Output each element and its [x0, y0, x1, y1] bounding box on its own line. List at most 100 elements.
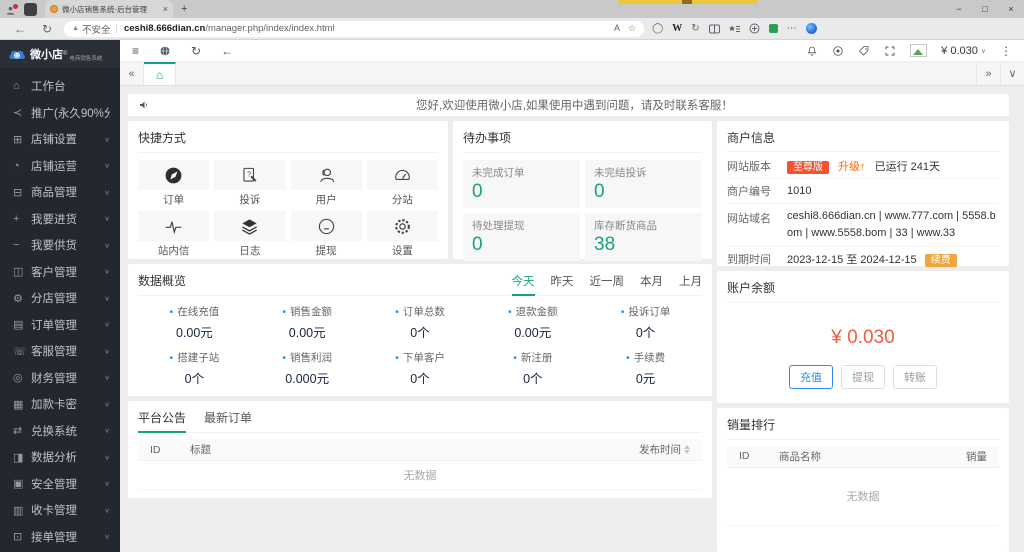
workspace-icon[interactable]: [24, 2, 37, 16]
todo-open-complaints[interactable]: 未完结投诉 0: [585, 160, 702, 208]
tab-this-month[interactable]: 本月: [640, 273, 663, 289]
sidebar-item-finance[interactable]: ◎ 财务管理 ∨: [0, 365, 120, 392]
sidebar-item-branches[interactable]: ⚙ 分店管理 ∨: [0, 285, 120, 312]
sidebar-item-orders[interactable]: ▤ 订单管理 ∨: [0, 312, 120, 339]
theme-icon[interactable]: [832, 45, 844, 57]
tab-latest-orders[interactable]: 最新订单: [204, 409, 252, 426]
todo-out-of-stock[interactable]: 库存断货商品 38: [585, 213, 702, 261]
browser-settings-icon[interactable]: ⋯: [787, 23, 797, 34]
sidebar-item-workbench[interactable]: ⌂ 工作台: [0, 73, 120, 100]
sidebar-item-promotion[interactable]: ≺推广(永久90%分成): [0, 100, 120, 127]
tab-last-month[interactable]: 上月: [679, 273, 702, 289]
collapse-menu-icon[interactable]: ≡: [132, 44, 139, 58]
sidebar-item-supply[interactable]: − 我要供货 ∨: [0, 232, 120, 259]
sidebar-item-purchase[interactable]: + 我要进货 ∨: [0, 206, 120, 233]
balance-dropdown[interactable]: ¥ 0.030 ∨: [941, 45, 986, 57]
recharge-button[interactable]: 充值: [789, 364, 833, 389]
logo-subtitle: 电商销售系统: [69, 56, 103, 62]
renew-button[interactable]: 续费: [924, 254, 957, 268]
sidebar-item-recharge-cards[interactable]: ▦ 加款卡密 ∨: [0, 391, 120, 418]
chart-icon: ◨: [13, 451, 24, 464]
sidebar-item-goods[interactable]: ⊟ 商品管理 ∨: [0, 179, 120, 206]
profile-notification-dot: [13, 3, 18, 9]
transfer-button[interactable]: 转账: [893, 364, 937, 389]
tab-platform-announcements[interactable]: 平台公告: [138, 409, 187, 433]
goods-icon: ⊟: [13, 186, 23, 199]
extension-disabled-icon[interactable]: ◯: [652, 23, 663, 34]
green-extension-icon[interactable]: [768, 24, 778, 33]
stat-complaint-orders: 投诉订单0个: [589, 304, 702, 341]
tab-yesterday[interactable]: 昨天: [551, 273, 574, 289]
shortcut-complaints[interactable]: ? 投诉: [214, 160, 286, 207]
wikipedia-extension-icon[interactable]: W: [672, 23, 682, 34]
sidebar-item-security[interactable]: ▣ 安全管理 ∨: [0, 471, 120, 498]
sidebar-item-analytics[interactable]: ◨ 数据分析 ∨: [0, 444, 120, 471]
sidebar-item-exchange[interactable]: ⇄ 兑换系统 ∨: [0, 418, 120, 445]
more-menu-icon[interactable]: ⋮: [1000, 44, 1012, 58]
merchant-id-value: 1010: [787, 185, 812, 197]
todo-unfinished-orders[interactable]: 未完成订单 0: [463, 160, 580, 208]
address-bar[interactable]: ▲ 不安全 | ceshi8.666dian.cn /manager.php/i…: [64, 20, 645, 37]
window-close-button[interactable]: ×: [998, 0, 1024, 18]
tab-last-week[interactable]: 近一周: [590, 273, 625, 289]
expiry-dates: 2023-12-15 至 2024-12-15: [787, 254, 917, 267]
sidebar-item-order-taking[interactable]: ⊡ 接单管理 ∨: [0, 524, 120, 551]
home-icon: ⌂: [13, 80, 20, 93]
avatar[interactable]: [910, 44, 928, 57]
ranking-empty-state: 无数据: [727, 468, 999, 526]
sidebar-item-shop-operation[interactable]: ◔ 店铺运营 ∨: [0, 153, 120, 180]
collections-icon[interactable]: [728, 24, 740, 34]
browser-profile-button[interactable]: [0, 3, 20, 16]
sidebar-item-shop-settings[interactable]: ⊞ 店铺设置 ∨: [0, 126, 120, 153]
todo-pending-withdrawals[interactable]: 待处理提现 0: [463, 213, 580, 261]
shortcut-logs[interactable]: 日志: [214, 211, 286, 258]
browser-back-button[interactable]: ←: [14, 22, 26, 36]
admin-app: 微小店 ® 电商销售系统 ⌂工作台 ≺推广(永久90%分成) ⊞店铺设置∨ ◔店…: [0, 40, 1024, 552]
upgrade-link[interactable]: 升级↑: [838, 161, 866, 173]
tabs-scroll-left-button[interactable]: «: [120, 62, 144, 85]
gauge-icon: [395, 169, 410, 180]
bell-icon[interactable]: [806, 45, 818, 57]
window-minimize-button[interactable]: −: [946, 0, 972, 18]
tab-today[interactable]: 今天: [511, 273, 535, 296]
browser-tab[interactable]: 微小店销售系统-后台管理 ×: [45, 0, 173, 18]
shortcut-settings[interactable]: 设置: [366, 211, 438, 258]
browser-refresh-button[interactable]: ↻: [42, 22, 52, 36]
new-tab-button[interactable]: +: [181, 3, 187, 15]
shortcut-substations[interactable]: 分站: [366, 160, 438, 207]
sidebar-item-customers[interactable]: ◫ 客户管理 ∨: [0, 259, 120, 286]
layers-icon: [242, 218, 258, 235]
withdraw-button[interactable]: 提现: [841, 364, 885, 389]
sales-ranking-panel: 销量排行 ID 商品名称 销量 无数据: [717, 407, 1009, 552]
browser-tabstrip: 微小店销售系统-后台管理 × + − □ ×: [0, 0, 1024, 18]
sidebar-item-card-collect[interactable]: ▥ 收卡管理 ∨: [0, 497, 120, 524]
url-host: ceshi8.666dian.cn: [123, 23, 206, 34]
split-screen-icon[interactable]: [708, 24, 720, 34]
tabs-menu-button[interactable]: ∨: [1000, 62, 1024, 85]
shortcut-messages[interactable]: 站内信: [138, 211, 210, 258]
back-icon[interactable]: ←: [221, 44, 233, 58]
copilot-icon[interactable]: [805, 23, 817, 34]
read-aloud-icon[interactable]: A: [614, 23, 620, 34]
extensions-icon[interactable]: [749, 23, 760, 34]
shortcut-withdraw[interactable]: 提现: [290, 211, 362, 258]
favorite-star-icon[interactable]: ☆: [628, 23, 636, 34]
tag-icon[interactable]: [858, 45, 870, 57]
fullscreen-icon[interactable]: [884, 45, 896, 57]
sort-icon[interactable]: [684, 445, 690, 454]
window-maximize-button[interactable]: □: [972, 0, 998, 18]
tab-close-icon[interactable]: ×: [163, 4, 168, 14]
users-icon: ◫: [13, 266, 24, 279]
shortcut-users[interactable]: 用户: [290, 160, 362, 207]
tabs-scroll-right-button[interactable]: »: [976, 62, 1000, 85]
globe-icon[interactable]: [159, 45, 171, 57]
security-label[interactable]: 不安全: [82, 22, 111, 36]
refresh-page-icon[interactable]: ↻: [191, 44, 201, 58]
tab-home-active[interactable]: ⌂: [144, 62, 176, 85]
shortcut-orders[interactable]: 订单: [138, 160, 210, 207]
sidebar-item-service[interactable]: ☏ 客服管理 ∨: [0, 338, 120, 365]
browser-extensions-area: ◯ W ↻ ⋯: [652, 23, 817, 34]
url-divider: |: [115, 23, 118, 34]
refresh-extension-icon[interactable]: ↻: [691, 23, 699, 34]
page-tab-bar: « ⌂ » ∨: [120, 62, 1024, 86]
